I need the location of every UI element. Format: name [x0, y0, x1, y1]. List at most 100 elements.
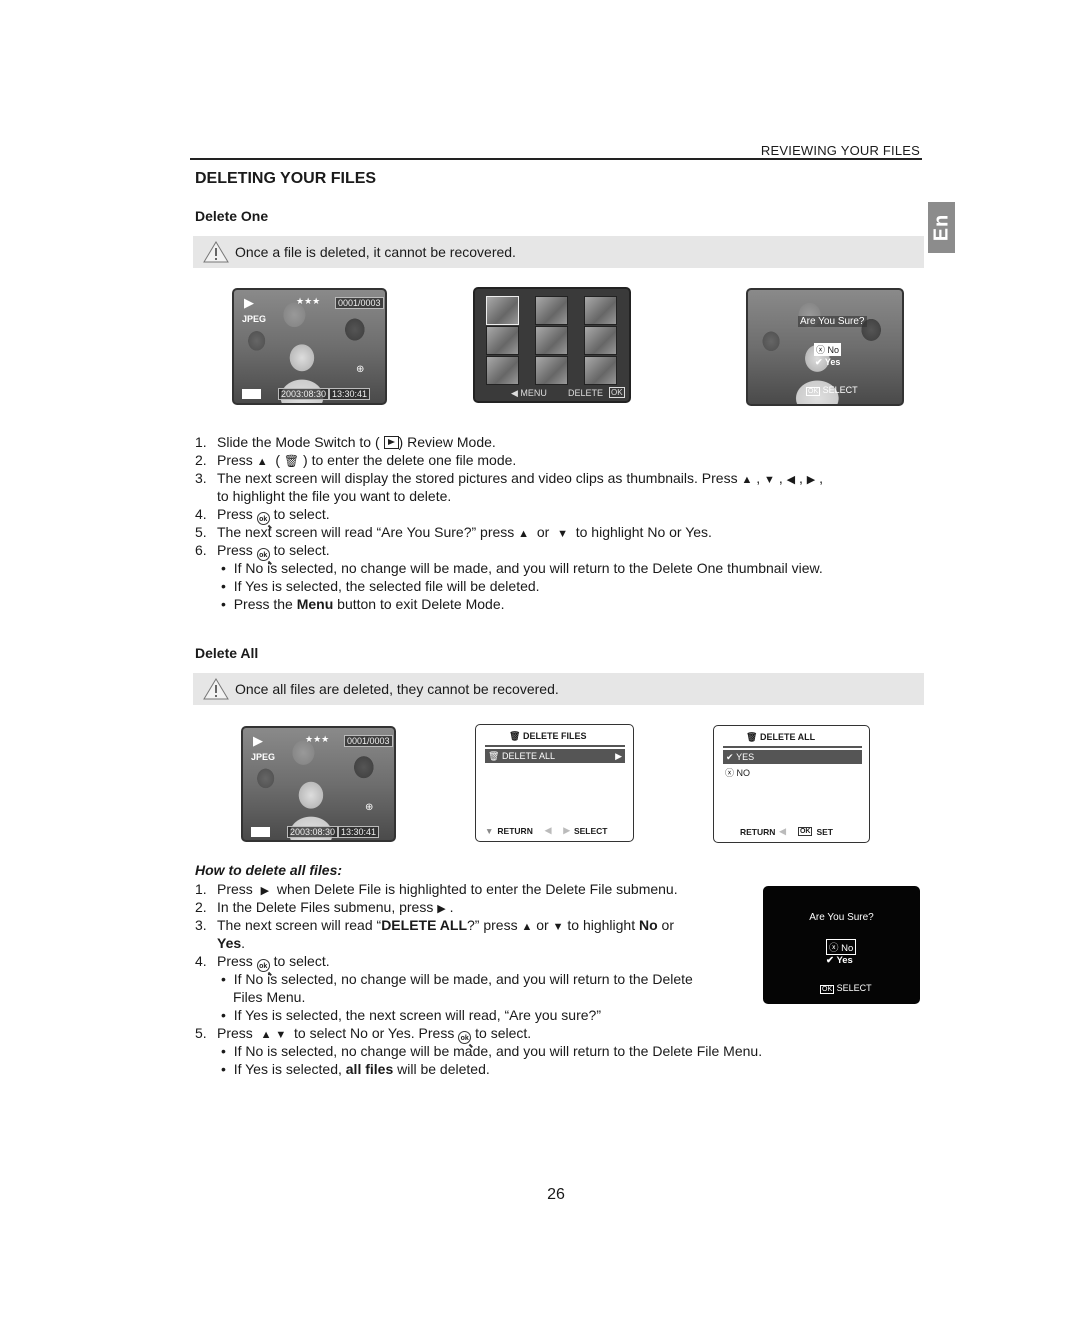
date-stamp: 2003:08:30 [287, 826, 339, 838]
warning-icon [203, 241, 229, 263]
option-yes: ✔ Yes [815, 357, 841, 367]
step-3: 3. The next screen will display the store… [195, 470, 823, 486]
option-yes[interactable]: ✔ Yes [826, 955, 853, 966]
file-counter: 0001/0003 [344, 735, 393, 747]
confirm-screen: Are You Sure? ⓧ No ✔ Yes OK SELECT [763, 886, 920, 1004]
step-1: 1. Slide the Mode Switch to ( ) Review Mo… [195, 434, 496, 450]
file-format: JPEG [242, 314, 267, 324]
thumbnail[interactable] [535, 326, 568, 355]
confirm-screen: Are You Sure? ⓧ No ✔ Yes OK SELECT [746, 288, 904, 406]
thumbnail[interactable] [584, 296, 617, 325]
confirm-question: Are You Sure? [798, 316, 867, 327]
trash-icon: 🗑 [746, 732, 758, 742]
confirm-question: Are You Sure? [809, 912, 874, 923]
bullet-item: • Press the Menu button to exit Delete M… [221, 596, 505, 612]
bullet-item: • If No is selected, no change will be m… [221, 560, 823, 576]
left-arrow-icon: ◀ [544, 825, 552, 835]
file-format: JPEG [251, 752, 276, 762]
zoom-icon: ⊕ [356, 364, 365, 375]
thumbnail[interactable] [486, 326, 519, 355]
left-arrow-icon: ◀ [786, 474, 796, 486]
down-arrow-icon: ▼ [552, 921, 564, 933]
step-3-continued: Yes. [217, 935, 246, 951]
menu-footer: RETURN ◀ OK SET [740, 826, 833, 837]
running-head: REVIEWING YOUR FILES [760, 143, 920, 158]
down-arrow-icon: ▼ [557, 528, 568, 540]
step-5: 5. The next screen will read “Are You Sur… [195, 524, 712, 540]
step-5: 5. Press ▲ ▼ to select No or Yes. Press o… [195, 1025, 532, 1044]
battery-icon [251, 827, 270, 837]
delete-all-menu-screen: 🗑 DELETE ALL ✔ YES ⓧ NO RETURN ◀ OK SET [713, 725, 870, 843]
up-arrow-icon: ▲ [521, 921, 533, 933]
step-6: 6. Press ok to select. [195, 542, 330, 561]
warning-text: Once a file is deleted, it cannot be rec… [235, 244, 516, 260]
review-mode-icon [383, 436, 399, 449]
bullet-item-continued: Files Menu. [233, 989, 306, 1005]
play-mode-icon: ▶ [244, 295, 254, 310]
option-no[interactable]: ⓧ No [826, 939, 857, 955]
delete-label: DELETE [568, 388, 604, 398]
warning-text: Once all files are deleted, they cannot … [235, 681, 559, 697]
down-arrow-icon: ▼ [764, 474, 775, 486]
section-title: DELETING YOUR FILES [195, 170, 377, 187]
select-hint: OK SELECT [820, 983, 872, 994]
right-arrow-icon: ▶ [563, 825, 570, 835]
x-circle-icon: ⓧ [725, 768, 735, 778]
thumbnail[interactable] [584, 356, 617, 385]
ok-button-icon: OK [609, 387, 625, 398]
howto-title: How to delete all files: [195, 862, 343, 878]
quality-stars: ★★★ [305, 734, 330, 744]
menu-title: 🗑 DELETE ALL [746, 732, 816, 742]
up-arrow-icon: ▲ [741, 474, 753, 486]
battery-icon [242, 389, 261, 399]
menu-item-delete-all[interactable]: 🗑 DELETE ALL ▶ [485, 749, 625, 763]
thumbnail[interactable] [486, 356, 519, 385]
thumbnail[interactable] [584, 326, 617, 355]
page-number: 26 [547, 1186, 565, 1203]
thumbnail[interactable] [486, 296, 519, 325]
time-stamp: 13:30:41 [329, 388, 371, 400]
up-arrow-icon: ▲ [518, 528, 530, 540]
step-3: 3. The next screen will read “DELETE ALL?… [195, 917, 674, 933]
option-no[interactable]: ⓧ NO [725, 766, 750, 779]
step-3-continued: to highlight the file you want to delete… [217, 488, 452, 504]
language-tab: En [928, 202, 955, 253]
delete-all-title: Delete All [195, 645, 259, 661]
delete-one-warning: Once a file is deleted, it cannot be rec… [193, 236, 924, 268]
play-mode-icon: ▶ [253, 733, 263, 748]
menu-title: 🗑 DELETE FILES [509, 731, 587, 741]
right-arrow-icon: ▶ [615, 750, 622, 761]
delete-files-menu-screen: 🗑 DELETE FILES 🗑 DELETE ALL ▶ ▼ RETURN ◀ … [475, 724, 634, 842]
ok-button-icon: OK [797, 827, 813, 836]
check-icon: ✔ [726, 751, 734, 762]
trash-icon: 🗑 [283, 454, 300, 468]
down-arrow-icon: ▼ [275, 1029, 287, 1041]
trash-icon: 🗑 [509, 731, 521, 741]
menu-footer: ▼ RETURN ◀ ▶ SELECT [485, 825, 608, 836]
trash-icon: 🗑 [488, 750, 500, 761]
right-arrow-icon: ▶ [806, 474, 816, 486]
thumbnail-screen: ◀ MENU DELETE OK [473, 287, 631, 403]
date-stamp: 2003:08:30 [278, 388, 330, 400]
step-4: 4. Press ok to select. [195, 506, 330, 525]
thumbnail[interactable] [535, 356, 568, 385]
quality-stars: ★★★ [296, 296, 321, 306]
zoom-icon: ⊕ [365, 802, 374, 813]
bullet-item: • If Yes is selected, the selected file … [221, 578, 540, 594]
down-arrow-icon: ▼ [485, 825, 494, 836]
thumbnail[interactable] [535, 296, 568, 325]
warning-icon [203, 678, 229, 700]
option-yes[interactable]: ✔ YES [723, 750, 862, 764]
header-rule [190, 158, 922, 160]
menu-rule [485, 745, 625, 747]
bullet-item: • If Yes is selected, the next screen wi… [221, 1007, 601, 1023]
menu-rule [723, 746, 862, 748]
delete-all-warning: Once all files are deleted, they cannot … [193, 673, 924, 705]
menu-label: ◀ MENU [511, 388, 547, 398]
file-counter: 0001/0003 [335, 297, 384, 309]
right-arrow-icon: ▶ [260, 885, 270, 897]
delete-one-title: Delete One [195, 208, 269, 224]
step-1: 1. Press ▶ when Delete File is highlighte… [195, 881, 678, 897]
left-arrow-icon: ◀ [779, 826, 786, 836]
select-hint: OK SELECT [806, 385, 858, 396]
